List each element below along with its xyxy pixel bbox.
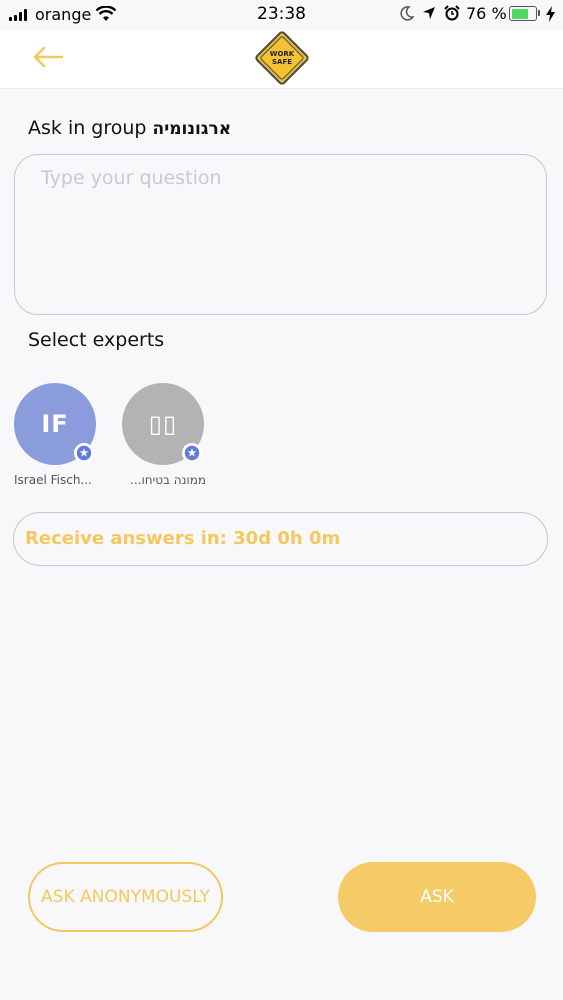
- expert-item-safety-officer[interactable]: ▯▯ ממונה בטיחו...: [122, 383, 212, 493]
- ask-button[interactable]: ASK: [338, 862, 536, 932]
- header: WORK SAFE: [0, 30, 563, 89]
- battery-percentage: 76 %: [466, 4, 507, 23]
- expert-item-israel[interactable]: IF Israel Fisch...: [14, 383, 104, 493]
- moon-icon: [400, 6, 414, 21]
- question-input-container: [14, 154, 547, 315]
- star-badge-icon: [182, 443, 202, 463]
- receive-answers-label: Receive answers in: 30d 0h 0m: [25, 528, 341, 549]
- group-name: ארגונומיה: [152, 119, 232, 139]
- ask-title-prefix: Ask in group: [28, 117, 153, 139]
- location-icon: [423, 7, 435, 19]
- status-bar: orange 23:38 76 %: [0, 0, 563, 30]
- logo-text-line2: SAFE: [272, 58, 292, 66]
- battery-icon: [509, 6, 537, 21]
- logo-text-line1: WORK: [270, 50, 295, 58]
- star-badge-icon: [74, 443, 94, 463]
- alarm-icon: [444, 5, 460, 21]
- experts-title: Select experts: [28, 329, 165, 351]
- ask-anonymously-button[interactable]: ASK ANONYMOUSLY: [28, 862, 223, 932]
- expert-name: ממונה בטיחו...: [130, 473, 206, 487]
- work-safe-logo: WORK SAFE: [255, 31, 309, 85]
- page-title: Ask in group ארגונומיה: [28, 117, 231, 139]
- question-input[interactable]: [15, 155, 546, 314]
- arrow-left-icon[interactable]: [30, 44, 66, 70]
- charging-icon: [546, 6, 555, 22]
- expert-name: Israel Fisch...: [14, 473, 92, 487]
- receive-answers-field[interactable]: Receive answers in: 30d 0h 0m: [13, 512, 548, 566]
